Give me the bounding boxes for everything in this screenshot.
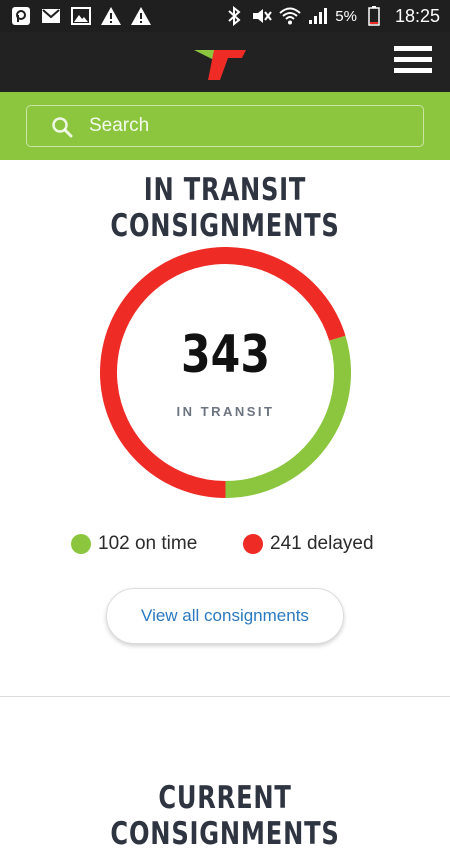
mute-icon	[251, 5, 273, 27]
legend-delayed: 241 delayed	[243, 533, 374, 555]
in-transit-total-label: IN TRANSIT	[176, 404, 275, 419]
view-all-consignments-button[interactable]: View all consignments	[106, 588, 344, 644]
app-header	[0, 32, 450, 92]
donut-legend: 102 on time 241 delayed	[0, 533, 450, 561]
wifi-icon	[279, 5, 301, 27]
section-divider	[0, 696, 450, 697]
mail-icon	[40, 5, 62, 27]
delayed-dot	[243, 534, 263, 554]
system-icons: 5% 18:25	[223, 0, 440, 32]
battery-percent: 5%	[335, 7, 357, 25]
battery-icon	[363, 5, 385, 27]
on-time-dot	[71, 534, 91, 554]
hamburger-menu-icon[interactable]	[392, 40, 434, 86]
transnet-logo[interactable]	[190, 42, 250, 82]
status-bar: 5% 18:25	[0, 0, 450, 32]
notification-icons	[10, 5, 152, 27]
legend-on-time: 102 on time	[71, 533, 197, 555]
p-app-icon	[10, 5, 32, 27]
search-input[interactable]	[89, 106, 409, 146]
warning-icon	[100, 5, 122, 27]
delayed-text: 241 delayed	[270, 533, 374, 554]
on-time-text: 102 on time	[98, 533, 198, 554]
search-box[interactable]	[26, 105, 424, 147]
clock: 18:25	[394, 5, 440, 26]
in-transit-donut-chart: 343 IN TRANSIT	[100, 247, 351, 498]
bluetooth-icon	[223, 5, 245, 27]
in-transit-total: 343	[180, 325, 270, 385]
signal-icon	[307, 5, 329, 27]
image-icon	[70, 5, 92, 27]
in-transit-title: IN TRANSIT CONSIGNMENTS	[110, 172, 340, 244]
search-icon	[51, 116, 73, 138]
search-bar	[0, 92, 450, 160]
current-consignments-title: CURRENT CONSIGNMENTS	[110, 780, 340, 852]
warning-icon	[130, 5, 152, 27]
